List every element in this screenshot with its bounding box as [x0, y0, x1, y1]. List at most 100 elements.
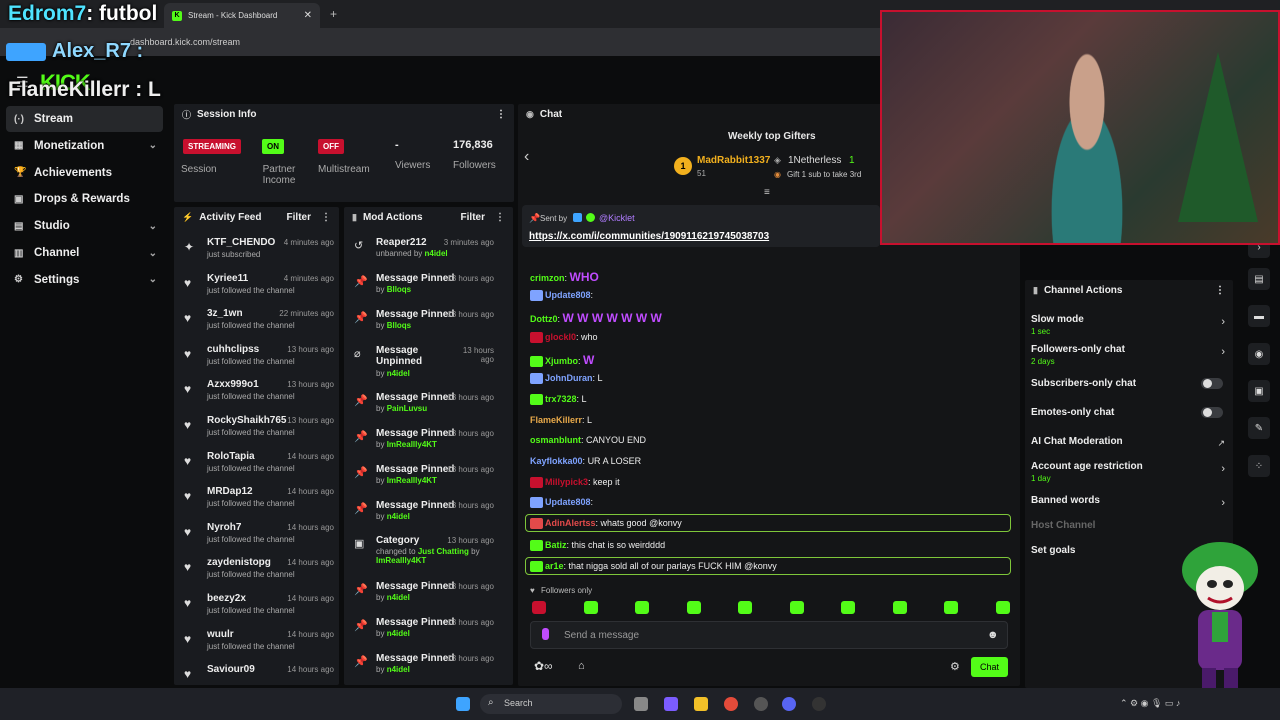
- note-icon[interactable]: ▤: [1248, 268, 1270, 290]
- chrome-icon[interactable]: [724, 697, 738, 711]
- channel-actions-menu-icon[interactable]: ⋮: [1215, 285, 1225, 296]
- channel-action-emotes-only-chat[interactable]: Emotes-only chat: [1031, 407, 1231, 418]
- chat-username[interactable]: Update808: [545, 290, 591, 300]
- mod-action-user-2[interactable]: ImReallly4KT: [376, 556, 426, 565]
- chevron-right-icon[interactable]: ›: [1221, 316, 1225, 328]
- sidebar-item-settings[interactable]: ⚙ Settings ⌄: [6, 267, 163, 293]
- mod-action-user[interactable]: ImReallly4KT: [387, 440, 437, 449]
- activity-username[interactable]: Nyroh7: [207, 522, 241, 533]
- discord-icon[interactable]: [782, 697, 796, 711]
- mod-action-user[interactable]: PainLuvsu: [387, 404, 427, 413]
- chevron-right-icon[interactable]: ›: [1221, 463, 1225, 475]
- gifter-1-name[interactable]: MadRabbit1337: [697, 155, 770, 166]
- multistream-toggle[interactable]: OFF: [318, 139, 344, 154]
- activity-username[interactable]: RoloTapia: [207, 451, 255, 462]
- chat-username[interactable]: glockl0: [545, 332, 576, 342]
- chevron-right-icon[interactable]: ›: [1221, 346, 1225, 358]
- sidebar-item-studio[interactable]: ▤ Studio ⌄: [6, 213, 163, 239]
- mic-icon[interactable]: [542, 628, 549, 640]
- chat-username[interactable]: Update808: [545, 497, 591, 507]
- obs-icon[interactable]: [812, 697, 826, 711]
- send-chat-button[interactable]: Chat: [971, 657, 1008, 677]
- mod-action-user[interactable]: Just Chatting: [418, 547, 469, 556]
- chat-username[interactable]: Dottz0: [530, 314, 558, 324]
- activity-username[interactable]: MRDap12: [207, 486, 253, 497]
- close-tab-icon[interactable]: ✕: [304, 10, 312, 21]
- chat-settings-icon[interactable]: ⚙: [950, 660, 960, 673]
- chat-username[interactable]: JohnDuran: [545, 373, 593, 383]
- chat-username[interactable]: Millypick3: [545, 477, 588, 487]
- channel-action-account-age-restriction[interactable]: Account age restriction 1 day ›: [1031, 461, 1231, 483]
- chat-username[interactable]: Xjumbo: [545, 356, 578, 366]
- copilot-icon[interactable]: [664, 697, 678, 711]
- activity-username[interactable]: 3z_1wn: [207, 308, 243, 319]
- activity-username[interactable]: Kyriee11: [207, 273, 248, 284]
- chevron-down-icon[interactable]: ⌄: [149, 221, 157, 232]
- new-tab-button[interactable]: +: [330, 7, 337, 21]
- activity-username[interactable]: wuulr: [207, 629, 234, 640]
- channel-action-banned-words[interactable]: Banned words ›: [1031, 495, 1231, 509]
- gifters-back-icon[interactable]: ‹: [524, 148, 529, 166]
- pinned-link[interactable]: https://x.com/i/communities/190911621974…: [529, 231, 769, 242]
- mod-action-user[interactable]: n4idel: [387, 369, 410, 378]
- channel-action-slow-mode[interactable]: Slow mode 1 sec ›: [1031, 314, 1231, 336]
- session-menu-icon[interactable]: ⋮: [496, 109, 506, 120]
- apps-icon[interactable]: ⁘: [1248, 455, 1270, 477]
- system-tray-icons[interactable]: ⌃ ⚙ ◉ 🎙 ▭ ♪: [1120, 698, 1180, 709]
- chat-username[interactable]: crimzon: [530, 273, 565, 283]
- quick-emote-icon[interactable]: [892, 601, 907, 614]
- chat-username[interactable]: ar1e: [545, 561, 564, 571]
- mod-action-user[interactable]: n4idel: [425, 249, 448, 258]
- quick-emote-icon[interactable]: [841, 601, 855, 614]
- chat-username[interactable]: AdinAlertss: [545, 518, 596, 528]
- chevron-right-icon[interactable]: ›: [1221, 497, 1225, 509]
- quick-emote-icon[interactable]: [738, 601, 752, 614]
- mod-action-user[interactable]: n4idel: [387, 665, 410, 674]
- channel-action-subscribers-only-chat[interactable]: Subscribers-only chat: [1031, 378, 1231, 389]
- file-explorer-icon[interactable]: [694, 697, 708, 711]
- activity-username[interactable]: beezy2x: [207, 593, 246, 604]
- pinned-sender[interactable]: @Kicklet: [599, 213, 635, 223]
- partner-income-toggle[interactable]: ON: [262, 139, 284, 154]
- sidebar-item-channel[interactable]: ▥ Channel ⌄: [6, 240, 163, 266]
- mod-action-user[interactable]: n4idel: [387, 593, 410, 602]
- chevron-down-icon[interactable]: ⌄: [149, 274, 157, 285]
- store-icon[interactable]: ⌂: [578, 660, 585, 672]
- taskbar-search[interactable]: [480, 694, 622, 714]
- emoji-picker-icon[interactable]: ☻: [987, 629, 999, 641]
- mod-action-user[interactable]: Blloqs: [387, 321, 411, 330]
- activity-username[interactable]: zaydenistopg: [207, 557, 271, 568]
- mod-action-user[interactable]: n4idel: [387, 512, 410, 521]
- activity-username[interactable]: Azxx999o1: [207, 379, 259, 390]
- task-view-icon[interactable]: [634, 697, 648, 711]
- quick-emote-icon[interactable]: [635, 601, 649, 614]
- chat-icon[interactable]: ▬: [1248, 305, 1270, 327]
- chat-username[interactable]: Kayflokka00: [530, 456, 583, 466]
- mod-action-user[interactable]: Blloqs: [387, 285, 411, 294]
- collapse-icon[interactable]: ≡: [764, 187, 770, 198]
- app-icon[interactable]: [754, 697, 768, 711]
- chat-username[interactable]: osmanblunt: [530, 435, 581, 445]
- activity-filter-button[interactable]: Filter: [287, 212, 311, 223]
- chat-username[interactable]: trx7328: [545, 394, 577, 404]
- toggle-switch[interactable]: [1201, 378, 1223, 389]
- quick-emote-icon[interactable]: [789, 601, 804, 614]
- broadcast-icon[interactable]: ◉: [1248, 343, 1270, 365]
- mod-action-user[interactable]: n4idel: [387, 629, 410, 638]
- chevron-down-icon[interactable]: ⌄: [149, 248, 157, 259]
- chat-username[interactable]: Batiz: [545, 540, 567, 550]
- channel-action-ai-chat-moderation[interactable]: AI Chat Moderation ↗: [1031, 436, 1231, 448]
- taskbar-search-label[interactable]: Search: [504, 698, 533, 708]
- sidebar-item-achievements[interactable]: 🏆 Achievements: [6, 160, 163, 186]
- mod-action-user[interactable]: ImReallly4KT: [387, 476, 437, 485]
- sidebar-item-drops-rewards[interactable]: ▣ Drops & Rewards: [6, 186, 163, 212]
- sidebar-item-stream[interactable]: (·) Stream: [6, 106, 163, 132]
- quick-emote-icon[interactable]: [532, 601, 546, 614]
- mod-filter-button[interactable]: Filter: [461, 212, 485, 223]
- chat-username[interactable]: FlameKillerr: [530, 415, 582, 425]
- url-text[interactable]: dashboard.kick.com/stream: [130, 37, 240, 47]
- mod-menu-icon[interactable]: ⋮: [495, 212, 505, 223]
- points-icon[interactable]: ✿∞: [534, 659, 553, 673]
- activity-username[interactable]: KTF_CHENDO: [207, 237, 275, 248]
- quick-emote-icon[interactable]: [944, 601, 958, 614]
